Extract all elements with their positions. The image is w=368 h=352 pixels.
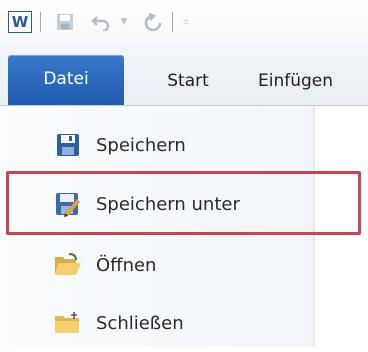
menu-item-label: Schließen <box>96 312 184 334</box>
tab-insert[interactable]: Einfügen <box>258 58 368 104</box>
quick-access-toolbar: W ▼ ⩡ <box>0 0 368 45</box>
tab-file[interactable]: Datei <box>8 55 124 105</box>
highlight-box <box>6 171 361 235</box>
undo-icon[interactable] <box>90 11 112 33</box>
open-folder-icon <box>53 250 83 280</box>
toolbar-separator <box>40 12 41 32</box>
menu-item-open[interactable]: Öffnen <box>8 236 308 294</box>
customize-toolbar-icon[interactable]: ⩡ <box>180 11 192 33</box>
toolbar-separator <box>172 12 173 32</box>
menu-item-close[interactable]: Schließen <box>8 294 308 352</box>
menu-item-save[interactable]: Speichern <box>8 116 308 174</box>
save-icon[interactable] <box>54 11 76 33</box>
tab-start[interactable]: Start <box>148 58 228 104</box>
ribbon-tab-bar: Datei Start Einfügen <box>0 45 368 106</box>
save-icon <box>53 130 83 160</box>
close-folder-icon <box>53 308 83 338</box>
undo-dropdown-icon[interactable]: ▼ <box>118 11 130 33</box>
menu-item-label: Speichern <box>96 134 186 156</box>
word-logo-icon[interactable]: W <box>8 11 32 33</box>
menu-item-label: Öffnen <box>96 254 157 276</box>
redo-icon[interactable] <box>142 11 164 33</box>
